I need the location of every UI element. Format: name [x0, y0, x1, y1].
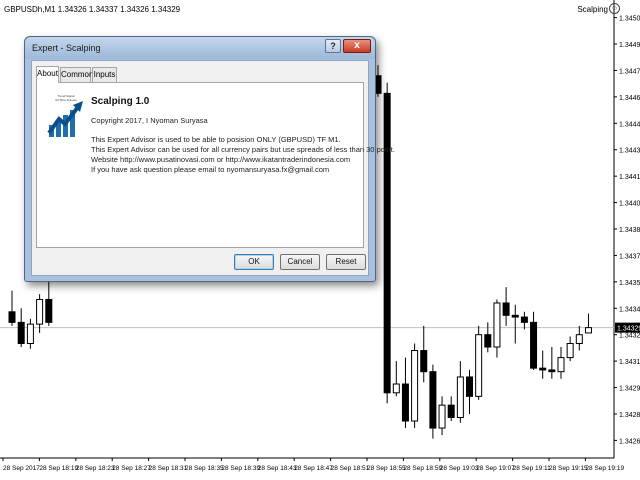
price-tick-label: 1.34505 [619, 16, 640, 23]
candle-body [456, 376, 464, 418]
time-tick-label: 28 Sep 19:19 [585, 465, 624, 472]
candle-body [17, 321, 25, 345]
candle-body [383, 92, 391, 394]
candle-body [401, 383, 409, 422]
price-tick-label: 1.34415 [619, 174, 640, 181]
expert-properties-dialog: Expert - Scalping ? x About Common Input… [24, 36, 395, 282]
smiley-icon[interactable]: ☺ [609, 3, 620, 14]
candle-body [438, 404, 446, 429]
time-tick-label: 28 Sep 18:27 [112, 465, 151, 472]
candle-body [411, 350, 419, 422]
price-tick-label: 1.34445 [619, 121, 640, 128]
price-tick-label: 1.34400 [619, 201, 640, 208]
price-tick-label: 1.34490 [619, 42, 640, 49]
time-tick-label: 28 Sep 18:47 [294, 465, 333, 472]
time-tick-label: 28 Sep 18:31 [149, 465, 188, 472]
candle-body [392, 383, 400, 394]
dialog-title: Expert - Scalping [32, 43, 101, 53]
reset-button[interactable]: Reset [326, 254, 366, 270]
description-line: This Expert Advisor can be used for all … [91, 145, 395, 154]
candle-body [8, 311, 16, 323]
candle-body [475, 334, 483, 397]
ok-button[interactable]: OK [234, 254, 274, 270]
close-button[interactable]: x [343, 39, 371, 53]
time-tick-label: 28 Sep 19:03 [440, 465, 479, 472]
price-tick-label: 1.34340 [619, 306, 640, 313]
cancel-button[interactable]: Cancel [280, 254, 320, 270]
candle-body [520, 316, 528, 323]
price-tick-label: 1.34325 [619, 333, 640, 340]
description-line: If you have ask question please email to… [91, 165, 330, 174]
description: This Expert Advisor is used to be able t… [91, 135, 395, 175]
candle-body [502, 302, 510, 316]
candle-body [26, 323, 34, 344]
candle-body [36, 298, 44, 325]
trend-arrow-logo-icon: Trend Signal All Time Frames [47, 94, 85, 139]
description-line: This Expert Advisor is used to be able t… [91, 135, 341, 144]
candle-body [447, 404, 455, 418]
candle-body [557, 357, 565, 373]
candle-body [420, 350, 428, 373]
candle-body [45, 298, 53, 323]
price-tick-label: 1.34295 [619, 386, 640, 393]
dialog-client-area: About Common Inputs Trend Signal All Time… [31, 60, 395, 276]
candle-body [511, 314, 519, 318]
candle-body [566, 343, 574, 359]
time-tick-label: 28 Sep 18:51 [331, 465, 370, 472]
time-tick-label: 28 Sep 18:55 [367, 465, 406, 472]
current-price-label: 1.34329 [617, 326, 640, 333]
time-tick-label: 28 Sep 19:07 [476, 465, 515, 472]
price-tick-label: 1.34430 [619, 148, 640, 155]
candle-body [493, 302, 501, 348]
tab-inputs[interactable]: Inputs [92, 67, 117, 82]
time-tick-label: 28 Sep 18:59 [403, 465, 442, 472]
time-tick-label: 28 Sep 18:19 [39, 465, 78, 472]
ea-name: Scalping 1.0 [91, 96, 150, 107]
candle-body [548, 369, 556, 373]
time-tick-label: 28 Sep 18:35 [185, 465, 224, 472]
time-tick-label: 28 Sep 19:15 [549, 465, 588, 472]
expert-advisor-label[interactable]: Scalping [577, 5, 608, 14]
dialog-title-bar[interactable]: Expert - Scalping ? x [25, 37, 375, 59]
time-tick-label: 28 Sep 2017 [3, 465, 40, 472]
price-tick-label: 1.34370 [619, 253, 640, 260]
time-tick-label: 28 Sep 18:43 [258, 465, 297, 472]
time-tick-label: 28 Sep 19:11 [513, 465, 552, 472]
candle-body [575, 334, 583, 345]
price-tick-label: 1.34475 [619, 68, 640, 75]
price-tick-label: 1.34355 [619, 280, 640, 287]
candle-body [530, 321, 538, 369]
candle-body [584, 327, 592, 334]
candle-body [429, 371, 437, 429]
price-tick-label: 1.34280 [619, 412, 640, 419]
price-tick-label: 1.34310 [619, 359, 640, 366]
candle-body [484, 334, 492, 348]
time-tick-label: 28 Sep 18:23 [76, 465, 115, 472]
symbol-info-label: GBPUSDh,M1 1.34326 1.34337 1.34326 1.343… [4, 5, 181, 14]
price-tick-label: 1.34265 [619, 438, 640, 445]
time-tick-label: 28 Sep 18:39 [221, 465, 260, 472]
about-panel: Trend Signal All Time Frames Scalping 1.0… [36, 82, 395, 248]
help-button[interactable]: ? [325, 39, 341, 53]
tab-about[interactable]: About [36, 66, 59, 83]
price-tick-label: 1.34460 [619, 95, 640, 102]
price-tick-label: 1.34385 [619, 227, 640, 234]
tab-common[interactable]: Common [60, 67, 93, 82]
description-line: Website http://www.pusatinovasi.com or h… [91, 155, 351, 164]
copyright-text: Copyright 2017, I Nyoman Suryasa [91, 116, 208, 125]
candle-body [466, 376, 473, 397]
candle-body [539, 367, 547, 371]
